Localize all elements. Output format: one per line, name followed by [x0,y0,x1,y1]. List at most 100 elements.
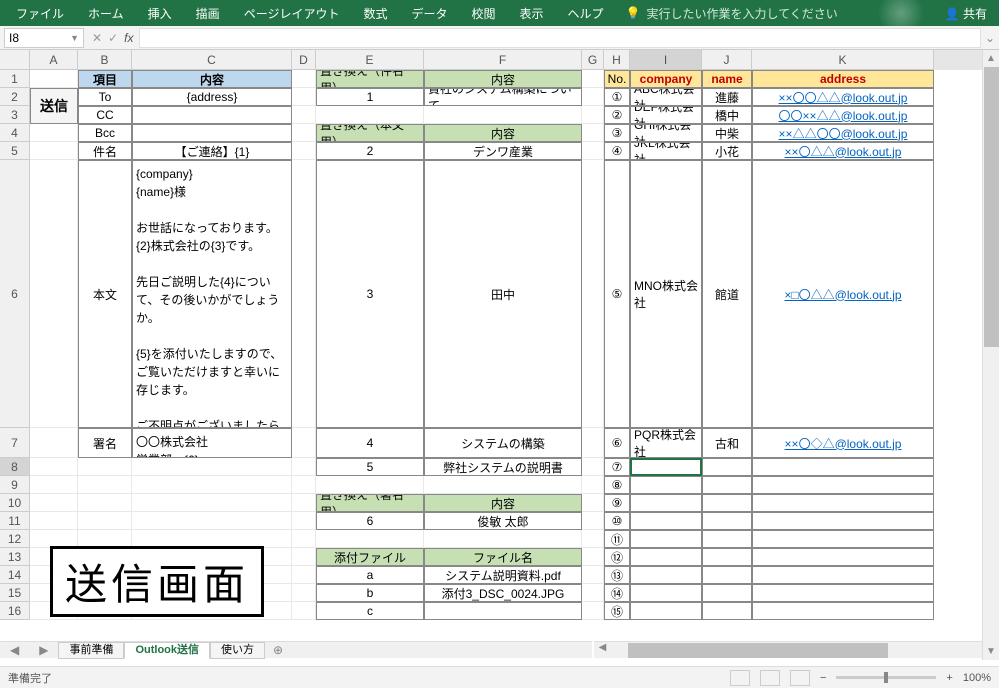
s3-address-4[interactable]: ×□〇△△@look.out.jp [752,160,934,428]
col-header-D[interactable]: D [292,50,316,70]
s3-address-2[interactable]: ××△△〇〇@look.out.jp [752,124,934,142]
row-header-16[interactable]: 16 [0,602,30,620]
zoom-out-icon[interactable]: − [820,672,826,684]
s3-name-7[interactable] [702,476,752,494]
enter-icon[interactable]: ✓ [108,31,118,45]
row-header-2[interactable]: 2 [0,88,30,106]
view-pagebreak-icon[interactable] [790,670,810,686]
s3-company-12[interactable] [630,566,702,584]
s3-name-12[interactable] [702,566,752,584]
s3-name-10[interactable] [702,530,752,548]
col-header-A[interactable]: A [30,50,78,70]
s3-company-2[interactable]: GHI株式会社 [630,124,702,142]
s1-v-1[interactable] [132,106,292,124]
view-normal-icon[interactable] [730,670,750,686]
s2b-k0[interactable]: 2 [316,142,424,160]
s3-address-0[interactable]: ××〇〇△△@look.out.jp [752,88,934,106]
col-header-J[interactable]: J [702,50,752,70]
s1-v-0[interactable]: {address} [132,88,292,106]
tell-me[interactable]: 💡 実行したい作業を入力してください [626,5,838,22]
view-pagelayout-icon[interactable] [760,670,780,686]
col-header-K[interactable]: K [752,50,934,70]
zoom-slider[interactable] [836,676,936,679]
s3-company-11[interactable] [630,548,702,566]
row-header-1[interactable]: 1 [0,70,30,88]
add-sheet-button[interactable]: ⊕ [265,643,291,657]
s3-name-3[interactable]: 小花 [702,142,752,160]
col-header-I[interactable]: I [630,50,702,70]
share-button[interactable]: 👤 共有 [937,5,995,22]
s2d-v2[interactable] [424,602,582,620]
s3-company-9[interactable] [630,512,702,530]
s2d-k0[interactable]: a [316,566,424,584]
s2a-v0[interactable]: 貴社のシステム構築について。 [424,88,582,106]
s3-company-8[interactable] [630,494,702,512]
s3-name-5[interactable]: 古和 [702,428,752,458]
select-all-corner[interactable] [0,50,30,70]
s3-company-4[interactable]: MNO株式会社 [630,160,702,428]
row-header-6[interactable]: 6 [0,160,30,428]
scroll-left-icon[interactable]: ◀ [594,642,611,658]
sheet-tab-0[interactable]: 事前準備 [58,642,124,659]
col-header-C[interactable]: C [132,50,292,70]
s3-address-8[interactable] [752,494,934,512]
s2b-k1[interactable]: 3 [316,160,424,428]
tab-nav-next[interactable]: ▶ [29,643,58,657]
scroll-up-icon[interactable]: ▲ [983,50,999,67]
ribbon-tab-insert[interactable]: 挿入 [136,5,184,22]
horizontal-scrollbar[interactable]: ◀ [594,641,982,658]
s1-v-3[interactable]: 【ご連絡】{1} [132,142,292,160]
s3-name-11[interactable] [702,548,752,566]
s3-company-0[interactable]: ABC株式会社 [630,88,702,106]
s3-name-1[interactable]: 橋中 [702,106,752,124]
s3-name-6[interactable] [702,458,752,476]
name-box[interactable]: I8 ▼ [4,28,84,48]
s2c-v0[interactable]: 俊敏 太郎 [424,512,582,530]
ribbon-tab-draw[interactable]: 描画 [184,5,232,22]
s3-address-6[interactable] [752,458,934,476]
col-header-H[interactable]: H [604,50,630,70]
row-header-3[interactable]: 3 [0,106,30,124]
row-header-11[interactable]: 11 [0,512,30,530]
s3-name-2[interactable]: 中柴 [702,124,752,142]
s3-name-4[interactable]: 館道 [702,160,752,428]
s1-v-5[interactable]: 〇〇株式会社 営業部 {6} [132,428,292,458]
s2d-v0[interactable]: システム説明資料.pdf [424,566,582,584]
fx-label[interactable]: fx [124,31,133,45]
col-header-G[interactable]: G [582,50,604,70]
ribbon-tab-review[interactable]: 校閲 [459,5,507,22]
vertical-scrollbar[interactable]: ▲ ▼ [982,50,999,660]
s3-company-3[interactable]: JKL株式会社 [630,142,702,160]
s3-address-13[interactable] [752,584,934,602]
send-button[interactable]: 送信 [30,88,78,124]
s3-name-0[interactable]: 進藤 [702,88,752,106]
s3-name-14[interactable] [702,602,752,620]
ribbon-tab-home[interactable]: ホーム [76,5,136,22]
s3-company-1[interactable]: DEF株式会社 [630,106,702,124]
s3-address-5[interactable]: ××〇◇△@look.out.jp [752,428,934,458]
s1-v-4[interactable]: {company} {name}様 お世話になっております。 {2}株式会社の{… [132,160,292,428]
scroll-thumb-v[interactable] [984,67,999,347]
s2a-k0[interactable]: 1 [316,88,424,106]
s2b-v2[interactable]: システムの構築 [424,428,582,458]
s2b-k3[interactable]: 5 [316,458,424,476]
s3-address-3[interactable]: ××〇△△@look.out.jp [752,142,934,160]
tab-nav-prev[interactable]: ◀ [0,643,29,657]
expand-formula-icon[interactable]: ⌄ [981,31,999,45]
zoom-in-icon[interactable]: + [946,672,952,684]
row-header-10[interactable]: 10 [0,494,30,512]
s3-address-9[interactable] [752,512,934,530]
sheet-tab-1[interactable]: Outlook送信 [124,642,210,659]
scroll-thumb-h[interactable] [628,643,888,658]
s3-company-13[interactable] [630,584,702,602]
s2b-v0[interactable]: デンワ産業 [424,142,582,160]
s3-company-10[interactable] [630,530,702,548]
col-header-F[interactable]: F [424,50,582,70]
s3-address-12[interactable] [752,566,934,584]
row-header-12[interactable]: 12 [0,530,30,548]
ribbon-tab-help[interactable]: ヘルプ [556,5,616,22]
s2b-v3[interactable]: 弊社システムの説明書 [424,458,582,476]
ribbon-tab-data[interactable]: データ [399,5,459,22]
row-header-4[interactable]: 4 [0,124,30,142]
scroll-down-icon[interactable]: ▼ [983,643,999,660]
